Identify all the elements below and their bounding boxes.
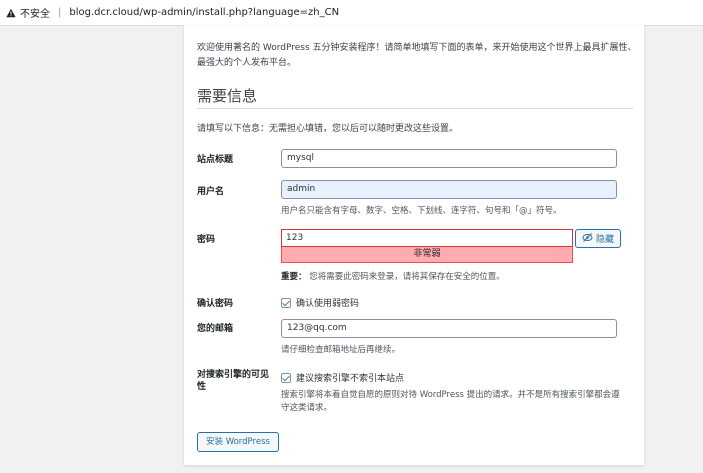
password-strength-meter: 非常弱 [281,247,573,263]
discourage-search-checkbox[interactable] [281,372,291,383]
browser-address-bar[interactable]: 不安全 | blog.dcr.cloud/wp-admin/install.ph… [0,0,703,26]
password-important-note: 重要： 您将需要此密码来登录，请将其保存在安全的位置。 [281,270,505,282]
email-label: 您的邮箱 [197,324,234,334]
hide-password-button[interactable]: 隐藏 [575,229,621,248]
page-heading: 需要信息 [197,87,258,105]
username-input[interactable]: admin [281,180,617,199]
instructions-text: 请填写以下信息：无需担心填错，您以后可以随时更改这些设置。 [197,124,459,134]
password-input[interactable]: 123 [281,229,573,247]
hide-button-label: 隐藏 [595,235,614,245]
address-separator: | [58,7,62,18]
confirm-weak-password-label[interactable]: 确认使用弱密码 [296,296,359,309]
install-form-card: 欢迎使用著名的 WordPress 五分钟安装程序！请简单地填写下面的表单，来开… [184,25,644,465]
confirm-weak-password-checkbox[interactable] [281,297,291,308]
search-visibility-label: 对搜索引擎的可见性 [197,370,270,392]
heading-divider [197,108,633,109]
search-visibility-help: 搜索引擎将本着自觉自愿的原则对待 WordPress 提出的请求。并不是所有搜索… [281,390,620,413]
site-title-label: 站点标题 [197,155,234,165]
important-text: 您将需要此密码来登录，请将其保存在安全的位置。 [309,272,505,282]
important-label: 重要： [281,272,307,282]
url-text[interactable]: blog.dcr.cloud/wp-admin/install.php?lang… [69,7,339,18]
email-input[interactable]: 123@qq.com [281,319,617,338]
email-help: 请仔细检查邮箱地址后再继续。 [281,345,401,355]
warning-icon[interactable] [6,8,16,18]
install-wordpress-button[interactable]: 安装 WordPress [197,432,279,452]
confirm-password-label: 确认密码 [197,299,234,309]
confirm-weak-password-row[interactable]: 确认使用弱密码 [281,296,359,309]
username-label: 用户名 [197,187,225,197]
site-title-input[interactable]: mysql [281,149,617,168]
discourage-search-label[interactable]: 建议搜索引擎不索引本站点 [296,371,404,384]
eye-slash-icon [582,232,593,245]
password-label: 密码 [197,235,216,245]
security-status[interactable]: 不安全 [20,5,50,20]
password-field: 123 非常弱 [281,229,573,263]
discourage-search-row[interactable]: 建议搜索引擎不索引本站点 [281,371,404,384]
username-help: 用户名只能含有字母、数字、空格、下划线、连字符、句号和「@」符号。 [281,206,562,216]
intro-text: 欢迎使用著名的 WordPress 五分钟安装程序！请简单地填写下面的表单，来开… [197,43,637,68]
